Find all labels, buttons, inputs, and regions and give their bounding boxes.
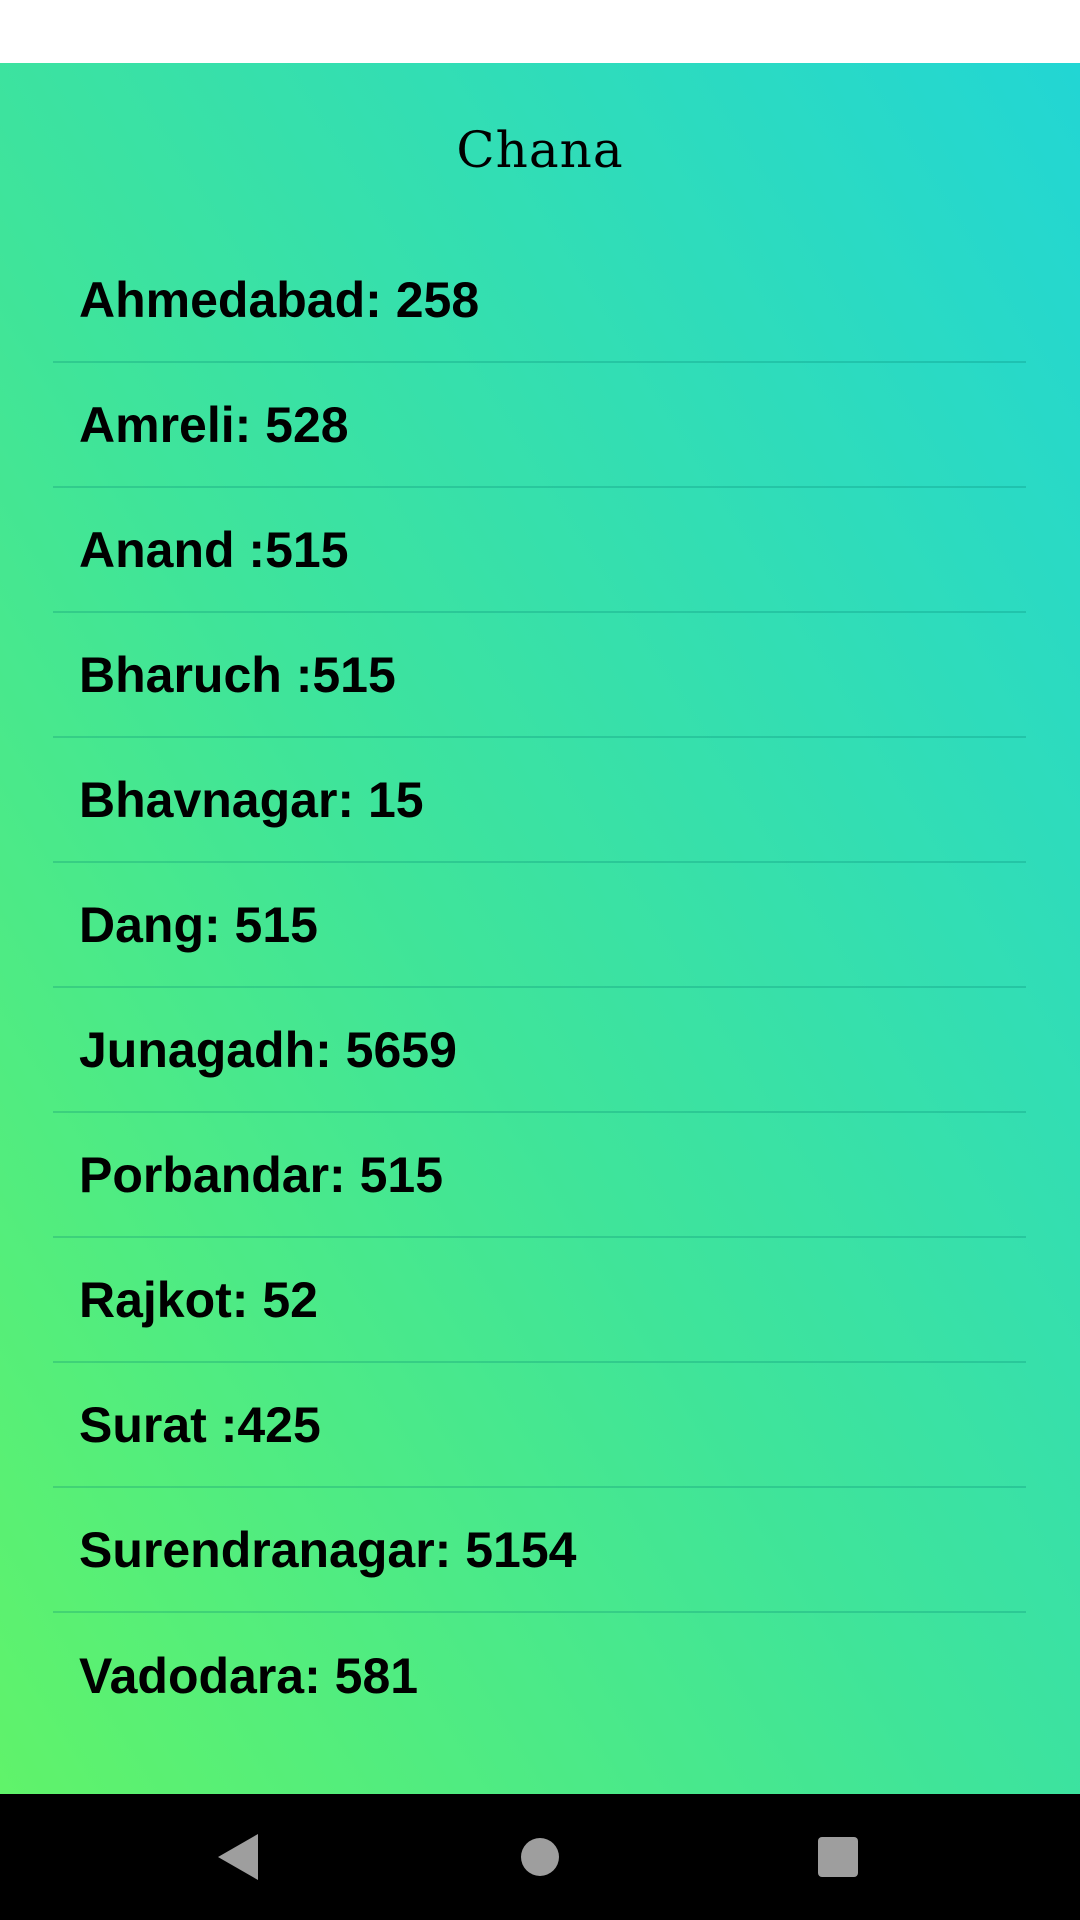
list-item[interactable]: Bharuch :515 [53,613,1026,738]
status-bar [0,0,1080,63]
main-content: Chana Ahmedabad: 258 Amreli: 528 Anand :… [0,63,1080,1794]
list-item[interactable]: Porbandar: 515 [53,1113,1026,1238]
navigation-bar [0,1794,1080,1920]
list-item[interactable]: Surendranagar: 5154 [53,1488,1026,1613]
list-item-label: Anand :515 [79,521,349,578]
list-item-label: Ahmedabad: 258 [79,271,480,328]
list-item-label: Porbandar: 515 [79,1146,444,1203]
list-item[interactable]: Vadodara: 581 [53,1613,1026,1738]
list-item[interactable]: Surat :425 [53,1363,1026,1488]
list-item[interactable]: Rajkot: 52 [53,1238,1026,1363]
list-item-label: Bharuch :515 [79,646,396,703]
list-item[interactable]: Anand :515 [53,488,1026,613]
recents-button[interactable] [773,1794,903,1920]
recents-icon [818,1837,858,1877]
list-item-label: Vadodara: 581 [79,1647,419,1704]
home-icon [521,1838,559,1876]
list-item-label: Amreli: 528 [79,396,349,453]
list-item[interactable]: Amreli: 528 [53,363,1026,488]
list-item-label: Surendranagar: 5154 [79,1521,577,1578]
list-item[interactable]: Dang: 515 [53,863,1026,988]
list-item-label: Surat :425 [79,1396,321,1453]
home-button[interactable] [475,1794,605,1920]
page-title: Chana [456,121,624,179]
back-icon [218,1834,258,1880]
back-button[interactable] [173,1794,303,1920]
list-item[interactable]: Junagadh: 5659 [53,988,1026,1113]
list-item-label: Junagadh: 5659 [79,1021,457,1078]
list-item[interactable]: Bhavnagar: 15 [53,738,1026,863]
district-list: Ahmedabad: 258 Amreli: 528 Anand :515 Bh… [53,238,1026,1738]
list-item-label: Rajkot: 52 [79,1271,318,1328]
list-item-label: Dang: 515 [79,896,318,953]
list-item[interactable]: Ahmedabad: 258 [53,238,1026,363]
list-item-label: Bhavnagar: 15 [79,771,424,828]
